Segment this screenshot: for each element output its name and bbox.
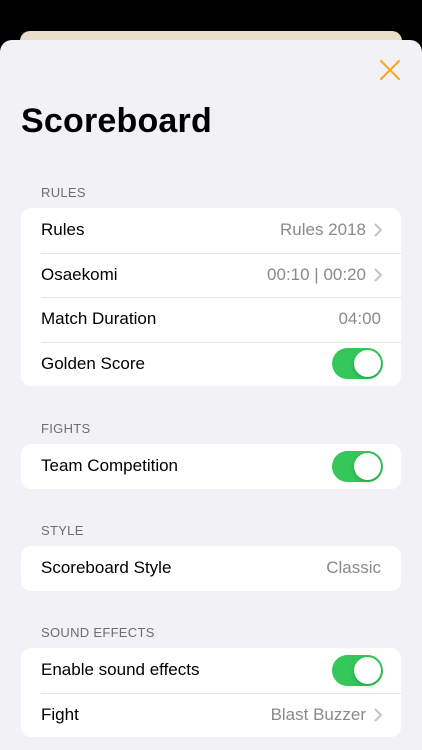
golden-score-label: Golden Score (41, 353, 145, 373)
golden-score-row: Golden Score (21, 341, 401, 387)
rules-label: Rules (41, 220, 85, 240)
fight-sound-row[interactable]: Fight Blast Buzzer (21, 692, 401, 738)
page-title: Scoreboard (21, 102, 212, 140)
toggle-knob (354, 452, 381, 480)
match-duration-row[interactable]: Match Duration 04:00 (21, 297, 401, 342)
rules-row[interactable]: Rules Rules 2018 (21, 208, 401, 253)
team-competition-label: Team Competition (41, 456, 179, 476)
chevron-right-icon (374, 708, 382, 722)
enable-sound-effects-label: Enable sound effects (41, 660, 200, 680)
rules-value: Rules 2018 (279, 220, 366, 240)
rules-section-header: RULES (41, 185, 86, 200)
scoreboard-style-row[interactable]: Scoreboard Style Classic (21, 546, 401, 591)
golden-score-toggle[interactable] (332, 348, 383, 380)
osaekomi-row[interactable]: Osaekomi 00:10 | 00:20 (21, 252, 401, 298)
match-duration-label: Match Duration (41, 309, 157, 329)
scoreboard-style-value: Classic (326, 558, 381, 578)
chevron-right-icon (374, 268, 382, 282)
toggle-knob (354, 656, 381, 684)
settings-sheet: Scoreboard RULES Rules Rules 2018 Osaeko… (0, 40, 422, 750)
fight-sound-value: Blast Buzzer (270, 704, 366, 724)
rules-group: Rules Rules 2018 Osaekomi 00:10 | 00:20 … (21, 208, 401, 386)
fight-sound-label: Fight (41, 704, 79, 724)
enable-sound-effects-row: Enable sound effects (21, 648, 401, 693)
sound-effects-group: Enable sound effects Fight Blast Buzzer (21, 648, 401, 737)
style-section-header: STYLE (41, 523, 84, 538)
osaekomi-value: 00:10 | 00:20 (267, 264, 366, 284)
style-group: Scoreboard Style Classic (21, 546, 401, 591)
osaekomi-label: Osaekomi (41, 264, 118, 284)
fights-section-header: FIGHTS (41, 421, 91, 436)
team-competition-toggle[interactable] (332, 450, 383, 482)
enable-sound-effects-toggle[interactable] (332, 654, 383, 686)
team-competition-row: Team Competition (21, 444, 401, 489)
match-duration-value: 04:00 (338, 309, 381, 329)
toggle-knob (354, 350, 381, 378)
close-icon[interactable] (378, 58, 402, 82)
fights-group: Team Competition (21, 444, 401, 489)
chevron-right-icon (374, 223, 382, 237)
sound-effects-section-header: SOUND EFFECTS (41, 625, 155, 640)
scoreboard-style-label: Scoreboard Style (41, 558, 172, 578)
